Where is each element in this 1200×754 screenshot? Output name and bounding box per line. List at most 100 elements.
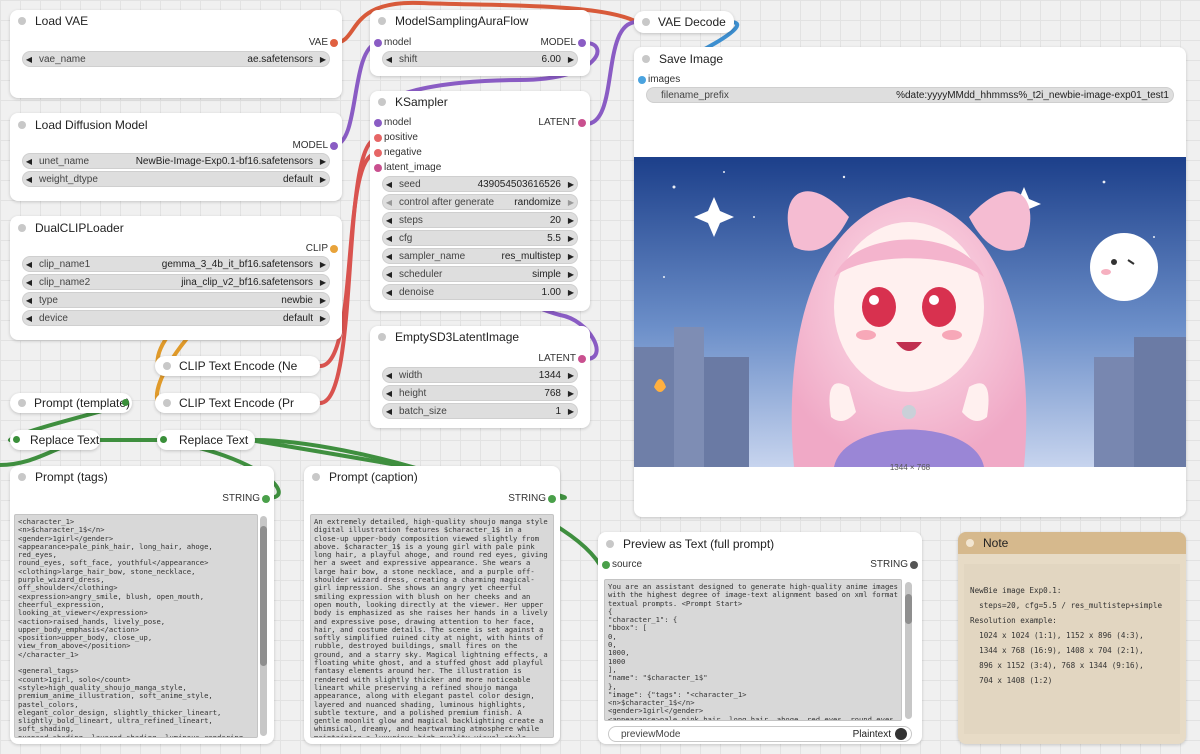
node-preview-as-text[interactable]: Preview as Text (full prompt) source STRI…: [598, 532, 922, 744]
arrow-right-icon[interactable]: ▶: [317, 314, 329, 323]
arrow-left-icon[interactable]: ◀: [23, 278, 35, 287]
arrow-left-icon[interactable]: ◀: [23, 175, 35, 184]
node-replace-text-2[interactable]: Replace Text: [157, 430, 255, 450]
arrow-right-icon[interactable]: ▶: [565, 216, 577, 225]
node-header[interactable]: Prompt (caption): [304, 466, 560, 488]
widget-filename-prefix[interactable]: filename_prefix %date:yyyyMMdd_hhmmss%_t2…: [646, 87, 1174, 103]
collapse-dot-icon[interactable]: [18, 224, 26, 232]
model-input-socket[interactable]: [374, 119, 382, 127]
collapse-dot-icon[interactable]: [642, 18, 650, 26]
widget-denoise[interactable]: ◀ denoise 1.00 ▶: [382, 284, 578, 300]
widget-width[interactable]: ◀ width 1344 ▶: [382, 367, 578, 383]
node-save-image[interactable]: Save Image images filename_prefix %date:y…: [634, 47, 1186, 517]
toggle-knob-icon[interactable]: [895, 728, 907, 740]
node-dual-clip-loader[interactable]: DualCLIPLoader CLIP ◀ clip_name1 gemma_3_4…: [10, 216, 342, 340]
arrow-left-icon[interactable]: ◀: [383, 234, 395, 243]
widget-weight-dtype[interactable]: ◀ weight_dtype default ▶: [22, 171, 330, 187]
collapse-dot-icon[interactable]: [18, 17, 26, 25]
arrow-left-icon[interactable]: ◀: [383, 288, 395, 297]
string-output-socket[interactable]: [122, 399, 129, 406]
widget-sampler-name[interactable]: ◀ sampler_name res_multistep ▶: [382, 248, 578, 264]
arrow-right-icon[interactable]: ▶: [565, 252, 577, 261]
arrow-right-icon[interactable]: ▶: [317, 175, 329, 184]
widget-clip-name2[interactable]: ◀ clip_name2 jina_clip_v2_bf16.safetensors…: [22, 274, 330, 290]
widget-batch-size[interactable]: ◀ batch_size 1 ▶: [382, 403, 578, 419]
arrow-left-icon[interactable]: ◀: [383, 252, 395, 261]
latent-input-socket[interactable]: [374, 164, 382, 172]
node-header[interactable]: Prompt (tags): [10, 466, 274, 488]
node-header[interactable]: ModelSamplingAuraFlow: [370, 10, 590, 32]
source-input-socket[interactable]: [602, 561, 610, 569]
arrow-right-icon[interactable]: ▶: [565, 389, 577, 398]
node-header[interactable]: KSampler: [370, 91, 590, 113]
widget-cfg[interactable]: ◀ cfg 5.5 ▶: [382, 230, 578, 246]
collapse-dot-icon[interactable]: [378, 17, 386, 25]
note-text[interactable]: NewBie image Exp0.1: steps=20, cfg=5.5 /…: [964, 564, 1180, 734]
negative-input-socket[interactable]: [374, 149, 382, 157]
widget-type[interactable]: ◀ type newbie ▶: [22, 292, 330, 308]
arrow-left-icon[interactable]: ◀: [383, 371, 395, 380]
scrollbar-thumb[interactable]: [905, 594, 912, 624]
arrow-left-icon[interactable]: ◀: [383, 270, 395, 279]
node-prompt-tags[interactable]: Prompt (tags) STRING <character_1> <n>$c…: [10, 466, 274, 744]
node-clip-text-encode-negative[interactable]: CLIP Text Encode (Ne: [155, 356, 320, 376]
widget-seed[interactable]: ◀ seed 439054503616526 ▶: [382, 176, 578, 192]
arrow-right-icon[interactable]: ▶: [565, 371, 577, 380]
node-empty-sd3-latent-image[interactable]: EmptySD3LatentImage LATENT ◀ width 1344 ▶ ◀…: [370, 326, 590, 428]
string-output-socket[interactable]: [262, 495, 270, 503]
node-vae-decode[interactable]: VAE Decode: [634, 11, 734, 33]
arrow-right-icon[interactable]: ▶: [565, 288, 577, 297]
clip-output-socket[interactable]: [330, 245, 338, 253]
node-header[interactable]: Load VAE: [10, 10, 342, 32]
node-replace-text-1[interactable]: Replace Text: [10, 430, 100, 450]
positive-input-socket[interactable]: [374, 134, 382, 142]
generated-image-preview[interactable]: [634, 157, 1186, 467]
collapse-dot-icon[interactable]: [18, 473, 26, 481]
widget-control-after-generate[interactable]: ◀ control after generate randomize ▶: [382, 194, 578, 210]
tags-textarea[interactable]: <character_1> <n>$character_1$</n> <gend…: [14, 514, 258, 738]
arrow-right-icon[interactable]: ▶: [317, 55, 329, 64]
latent-output-socket[interactable]: [578, 355, 586, 363]
node-clip-text-encode-positive[interactable]: CLIP Text Encode (Pr: [155, 393, 320, 413]
arrow-right-icon[interactable]: ▶: [317, 278, 329, 287]
string-input-socket[interactable]: [13, 436, 20, 443]
node-load-vae[interactable]: Load VAE VAE ◀ vae_name ae.safetensors ▶: [10, 10, 342, 98]
arrow-right-icon[interactable]: ▶: [565, 198, 577, 207]
arrow-left-icon[interactable]: ◀: [383, 55, 395, 64]
widget-shift[interactable]: ◀ shift 6.00 ▶: [382, 51, 578, 67]
node-header[interactable]: Load Diffusion Model: [10, 114, 342, 136]
images-input-socket[interactable]: [638, 76, 646, 84]
model-input-socket[interactable]: [374, 39, 382, 47]
arrow-right-icon[interactable]: ▶: [317, 260, 329, 269]
node-note[interactable]: Note NewBie image Exp0.1: steps=20, cfg=…: [958, 532, 1186, 744]
string-output-socket[interactable]: [910, 561, 918, 569]
node-header[interactable]: DualCLIPLoader: [10, 217, 342, 239]
node-header[interactable]: Preview as Text (full prompt): [598, 533, 922, 555]
arrow-left-icon[interactable]: ◀: [383, 198, 395, 207]
string-input-socket[interactable]: [160, 436, 167, 443]
collapse-dot-icon[interactable]: [18, 399, 26, 407]
widget-height[interactable]: ◀ height 768 ▶: [382, 385, 578, 401]
arrow-right-icon[interactable]: ▶: [565, 180, 577, 189]
arrow-left-icon[interactable]: ◀: [383, 389, 395, 398]
widget-vae-name[interactable]: ◀ vae_name ae.safetensors ▶: [22, 51, 330, 67]
arrow-left-icon[interactable]: ◀: [383, 407, 395, 416]
arrow-right-icon[interactable]: ▶: [565, 55, 577, 64]
arrow-left-icon[interactable]: ◀: [23, 296, 35, 305]
node-model-sampling-auraflow[interactable]: ModelSamplingAuraFlow model MODEL ◀ shift 6…: [370, 10, 590, 76]
widget-device[interactable]: ◀ device default ▶: [22, 310, 330, 326]
widget-unet-name[interactable]: ◀ unet_name NewBie-Image-Exp0.1-bf16.safet…: [22, 153, 330, 169]
arrow-left-icon[interactable]: ◀: [23, 314, 35, 323]
arrow-left-icon[interactable]: ◀: [383, 180, 395, 189]
node-prompt-caption[interactable]: Prompt (caption) STRING An extremely det…: [304, 466, 560, 744]
node-load-diffusion-model[interactable]: Load Diffusion Model MODEL ◀ unet_name New…: [10, 113, 342, 201]
collapse-dot-icon[interactable]: [378, 333, 386, 341]
collapse-dot-icon[interactable]: [966, 539, 974, 547]
scrollbar-thumb[interactable]: [260, 526, 267, 666]
arrow-left-icon[interactable]: ◀: [383, 216, 395, 225]
preview-textarea[interactable]: You are an assistant designed to generat…: [604, 579, 902, 721]
node-prompt-template[interactable]: Prompt (template): [10, 393, 132, 413]
node-header[interactable]: Note: [958, 532, 1186, 554]
widget-steps[interactable]: ◀ steps 20 ▶: [382, 212, 578, 228]
caption-textarea[interactable]: An extremely detailed, high-quality shou…: [310, 514, 554, 738]
